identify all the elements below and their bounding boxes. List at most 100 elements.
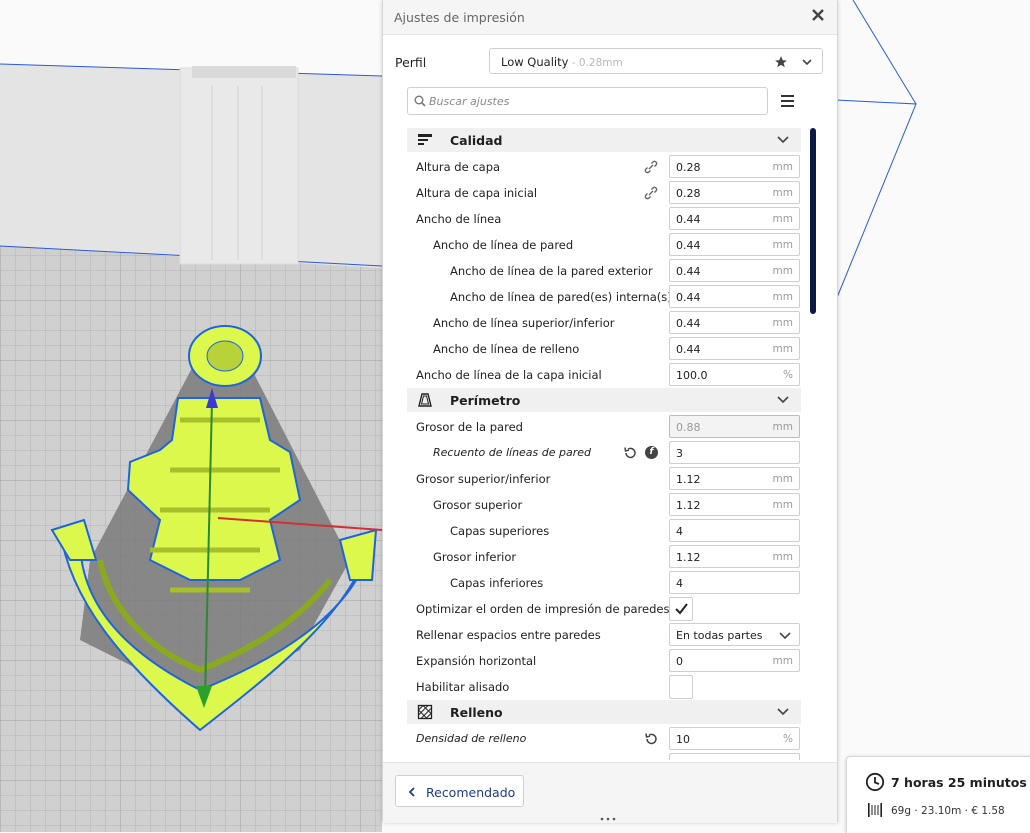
recommended-label: Recomendado (426, 785, 516, 800)
panel-resize-handle[interactable] (599, 816, 619, 822)
grosor-sup-inf-input[interactable]: 1.12 mm (669, 467, 800, 490)
setting-altura-capa-inicial: Altura de capa inicial 0.28 mm (407, 180, 801, 206)
reset-icon[interactable] (644, 732, 658, 746)
profile-dropdown[interactable]: Low Quality - 0.28mm (489, 48, 823, 74)
recommended-button[interactable]: Recomendado (395, 775, 524, 807)
search-input[interactable] (429, 91, 759, 111)
setting-habilitar-alisado: Habilitar alisado (407, 674, 801, 700)
ancho-capa-inicial-input[interactable]: 100.0% (669, 363, 800, 386)
panel-title: Ajustes de impresión (394, 10, 525, 25)
material-summary: 69g · 23.10m · € 1.58 (891, 805, 1005, 817)
ancho-linea-input[interactable]: 0.44 mm (669, 207, 800, 230)
chevron-down-icon (777, 396, 789, 404)
chevron-down-icon (779, 632, 791, 640)
setting-label: Ancho de línea superior/inferior (433, 316, 615, 330)
category-label: Perímetro (450, 393, 521, 408)
setting-label: Recuento de líneas de pared (433, 446, 592, 459)
setting-capas-superiores: Capas superiores 4 (407, 518, 801, 544)
setting-grosor-sup-inf: Grosor superior/inferior 1.12 mm (407, 466, 801, 492)
setting-label: Ancho de línea de pared(es) interna(s) (450, 290, 672, 304)
altura-capa-input[interactable]: 0.28 mm (669, 155, 800, 178)
habilitar-alisado-checkbox[interactable] (669, 675, 693, 699)
setting-label: Grosor superior/inferior (416, 472, 551, 486)
capas-superiores-input[interactable]: 4 (669, 519, 800, 542)
category-relleno[interactable]: Relleno (407, 700, 801, 724)
setting-rellenar-espacios: Rellenar espacios entre paredes En todas… (407, 622, 801, 648)
setting-label: Grosor de la pared (416, 420, 523, 434)
recuento-lineas-input[interactable]: 3 (669, 441, 800, 464)
optimizar-orden-checkbox[interactable] (669, 597, 693, 621)
setting-label: Ancho de línea de relleno (433, 342, 580, 356)
link-icon[interactable] (644, 160, 658, 174)
setting-label: Optimizar el orden de impresión de pared… (416, 602, 670, 616)
capas-inferiores-input[interactable]: 4 (669, 571, 800, 594)
category-label: Relleno (450, 705, 503, 720)
chevron-down-icon (777, 136, 789, 144)
setting-ancho-linea-pared: Ancho de línea de pared 0.44 mm (407, 232, 801, 258)
profile-layer-height: - 0.28mm (568, 57, 623, 69)
setting-grosor-inferior: Grosor inferior 1.12 mm (407, 544, 801, 570)
reset-icon[interactable] (623, 446, 637, 460)
ancho-linea-pared-input[interactable]: 0.44 mm (669, 233, 800, 256)
panel-footer: Recomendado (383, 762, 837, 823)
grosor-inferior-input[interactable]: 1.12 mm (669, 545, 800, 568)
altura-capa-inicial-input[interactable]: 0.28 mm (669, 181, 800, 204)
grosor-pared-input[interactable]: 0.88 mm (669, 415, 800, 438)
close-icon[interactable] (809, 8, 827, 26)
search-icon (414, 95, 426, 107)
setting-ancho-capa-inicial: Ancho de línea de la capa inicial 100.0% (407, 362, 801, 388)
settings-scrollbar[interactable] (810, 128, 816, 314)
star-icon[interactable] (774, 55, 788, 69)
setting-recuento-lineas: Recuento de líneas de pared f 3 (407, 440, 801, 466)
category-perimetro[interactable]: Perímetro (407, 388, 801, 412)
setting-densidad-relleno: Densidad de relleno 10% (407, 726, 801, 752)
search-box (407, 87, 768, 115)
panel-header: Ajustes de impresión (383, 0, 837, 35)
menu-icon[interactable] (781, 95, 794, 107)
print-estimate-panel[interactable]: 7 horas 25 minutos 69g · 23.10m · € 1.58 (846, 756, 1030, 833)
densidad-relleno-input[interactable]: 10% (669, 727, 800, 750)
layers-icon (418, 134, 432, 145)
setting-altura-capa: Altura de capa 0.28 mm (407, 154, 801, 180)
grosor-superior-input[interactable]: 1.12 mm (669, 493, 800, 516)
partially-visible-input[interactable] (669, 753, 800, 760)
ancho-relleno-input[interactable]: 0.44 mm (669, 337, 800, 360)
setting-label: Grosor superior (433, 498, 523, 512)
setting-optimizar-orden: Optimizar el orden de impresión de pared… (407, 596, 801, 622)
ancho-pared-interna-input[interactable]: 0.44 mm (669, 285, 800, 308)
setting-ancho-relleno: Ancho de línea de relleno 0.44 mm (407, 336, 801, 362)
setting-ancho-pared-exterior: Ancho de línea de la pared exterior 0.44… (407, 258, 801, 284)
setting-grosor-pared: Grosor de la pared 0.88 mm (407, 414, 801, 440)
setting-label: Ancho de línea (416, 212, 502, 226)
chevron-down-icon (777, 708, 789, 716)
setting-ancho-linea: Ancho de línea 0.44 mm (407, 206, 801, 232)
setting-ancho-pared-interna: Ancho de línea de pared(es) interna(s) 0… (407, 284, 801, 310)
category-calidad[interactable]: Calidad (407, 128, 801, 152)
settings-list[interactable]: Calidad Altura de capa 0.28 mm Altura de … (407, 128, 801, 760)
wall-icon (418, 393, 432, 407)
setting-label: Expansión horizontal (416, 654, 537, 668)
function-icon[interactable]: f (645, 446, 658, 459)
setting-grosor-superior: Grosor superior 1.12 mm (407, 492, 801, 518)
ancho-pared-exterior-input[interactable]: 0.44 mm (669, 259, 800, 282)
setting-label: Capas superiores (450, 524, 550, 538)
setting-label: Ancho de línea de pared (433, 238, 574, 252)
setting-label: Densidad de relleno (416, 732, 527, 745)
setting-capas-inferiores: Capas inferiores 4 (407, 570, 801, 596)
profile-name: Low Quality (501, 55, 569, 69)
checkmark-icon (675, 603, 688, 615)
profile-label: Perfil (395, 55, 427, 70)
clock-icon (865, 772, 885, 792)
setting-expansion-horizontal: Expansión horizontal 0 mm (407, 648, 801, 674)
rellenar-espacios-dropdown[interactable]: En todas partes (669, 623, 800, 646)
print-settings-panel: Ajustes de impresión Perfil Low Quality … (382, 0, 838, 823)
print-time: 7 horas 25 minutos (891, 775, 1027, 790)
setting-partially-visible (407, 752, 801, 760)
setting-label: Ancho de línea de la capa inicial (416, 368, 602, 382)
expansion-horizontal-input[interactable]: 0 mm (669, 649, 800, 672)
link-icon[interactable] (644, 186, 658, 200)
setting-label: Rellenar espacios entre paredes (416, 628, 601, 642)
ancho-sup-inf-input[interactable]: 0.44 mm (669, 311, 800, 334)
setting-label: Ancho de línea de la pared exterior (450, 264, 653, 278)
chevron-down-icon (802, 59, 812, 66)
